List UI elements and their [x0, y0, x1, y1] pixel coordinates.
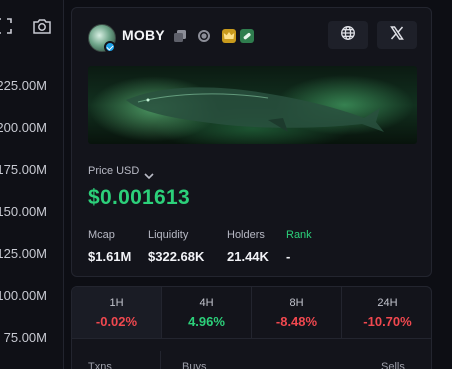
period-label: 24H	[377, 297, 398, 309]
token-banner-image	[88, 66, 417, 144]
website-button[interactable]	[328, 21, 368, 49]
divider	[160, 351, 161, 369]
price-axis-label: 200.00M	[0, 120, 47, 135]
token-name: MOBY	[122, 27, 165, 43]
period-label: 1H	[109, 297, 124, 309]
price-axis-label: 75.00M	[3, 330, 47, 345]
txns-label: Txns	[88, 361, 112, 369]
stat-liquidity: Liquidity $322.68K	[148, 229, 204, 264]
search-icon[interactable]	[197, 29, 211, 43]
stat-value: $322.68K	[148, 249, 205, 264]
token-info-card: MOBY Price USD $0.001613 Mcap $1.61M Liq…	[71, 7, 432, 277]
price-change-card: 1H -0.02% 4H 4.96% 8H -8.48% 24H -10.70%…	[71, 286, 432, 369]
price-axis-label: 225.00M	[0, 78, 47, 93]
stat-mcap: Mcap $1.61M	[88, 229, 131, 264]
camera-icon[interactable]	[32, 16, 52, 36]
period-tab-4h[interactable]: 4H 4.96%	[162, 287, 252, 339]
stat-label: Rank	[286, 229, 312, 241]
period-tab-8h[interactable]: 8H -8.48%	[252, 287, 342, 339]
price-axis-label: 150.00M	[0, 204, 47, 219]
stat-label: Liquidity	[148, 229, 189, 241]
stat-rank: Rank -	[286, 229, 312, 264]
stat-label: Mcap	[88, 229, 115, 241]
stat-value: 21.44K	[227, 249, 269, 264]
sells-label: Sells	[381, 361, 405, 369]
token-price: $0.001613	[88, 186, 190, 209]
period-tab-1h[interactable]: 1H -0.02%	[72, 287, 162, 339]
period-label: 4H	[199, 297, 214, 309]
period-tab-24h[interactable]: 24H -10.70%	[342, 287, 431, 339]
twitter-button[interactable]	[377, 21, 417, 49]
stat-holders: Holders 21.44K	[227, 229, 269, 264]
copy-icon[interactable]	[173, 29, 187, 43]
stat-label: Holders	[227, 229, 265, 241]
price-axis-label: 100.00M	[0, 288, 47, 303]
crown-icon[interactable]	[222, 29, 236, 43]
pill-icon[interactable]	[240, 29, 254, 43]
chevron-down-icon[interactable]	[144, 167, 154, 180]
period-change: -10.70%	[363, 314, 412, 329]
price-axis-label: 125.00M	[0, 246, 47, 261]
price-currency-label[interactable]: Price USD	[88, 165, 139, 177]
fullscreen-icon[interactable]	[0, 16, 14, 36]
period-change: -0.02%	[95, 314, 138, 329]
period-label: 8H	[289, 297, 304, 309]
globe-icon	[340, 25, 356, 46]
period-change: -8.48%	[275, 314, 318, 329]
stat-value: $1.61M	[88, 249, 132, 264]
price-axis-label: 175.00M	[0, 162, 47, 177]
whale-illustration	[126, 87, 384, 132]
period-change: 4.96%	[188, 314, 225, 329]
stat-value: -	[286, 249, 291, 264]
x-icon	[389, 25, 405, 46]
buys-label: Buys	[182, 361, 207, 369]
price-chart-panel[interactable]: 225.00M 200.00M 175.00M 150.00M 125.00M …	[0, 0, 64, 369]
verified-icon	[104, 41, 116, 53]
chart-toolbar	[0, 12, 64, 40]
